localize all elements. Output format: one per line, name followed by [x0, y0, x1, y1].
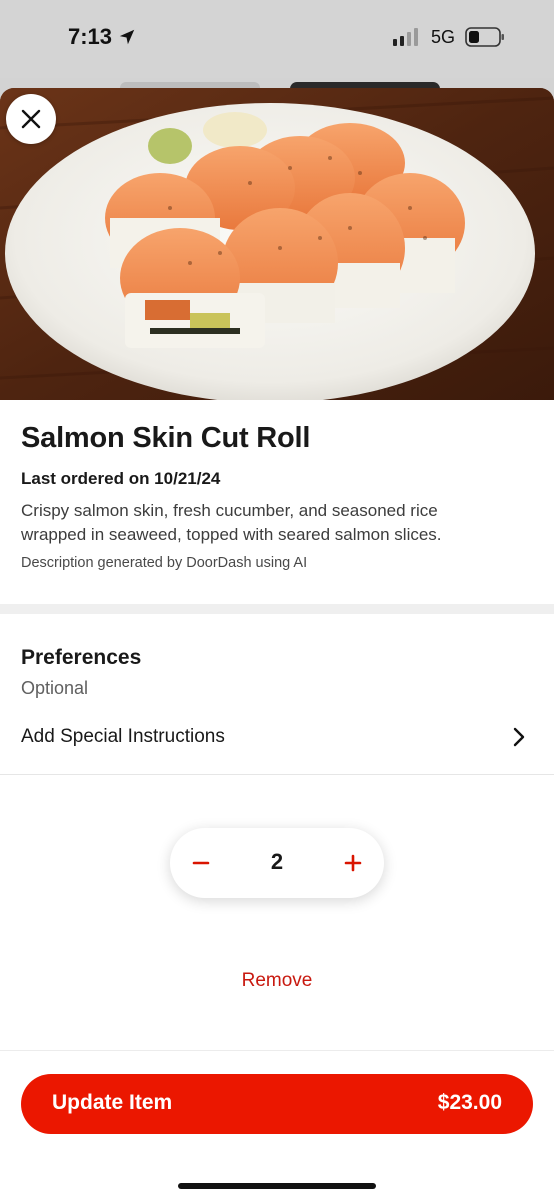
preferences-section: Preferences Optional — [21, 646, 533, 699]
preferences-subtitle: Optional — [21, 678, 89, 698]
update-item-price: $23.00 — [437, 1091, 502, 1114]
update-item-label: Update Item — [52, 1091, 173, 1114]
location-arrow-icon — [119, 29, 135, 45]
increase-quantity-button[interactable] — [342, 846, 364, 880]
quantity-stepper: 2 — [170, 828, 384, 898]
close-icon — [21, 109, 41, 129]
network-type: 5G — [431, 27, 456, 47]
footer-divider — [0, 1050, 554, 1051]
update-item-button[interactable]: Update Item $23.00 — [21, 1074, 533, 1134]
status-bar: 7:13 5G — [0, 0, 554, 78]
item-description: Crispy salmon skin, fresh cucumber, and … — [21, 501, 442, 544]
preferences-title: Preferences — [21, 646, 142, 669]
chevron-right-icon — [513, 727, 525, 747]
signal-bars-icon — [393, 28, 418, 46]
status-time-text: 7:13 — [68, 24, 113, 49]
special-instructions-row[interactable]: Add Special Instructions — [0, 716, 554, 774]
ai-description-note: Description generated by DoorDash using … — [21, 555, 308, 571]
last-ordered-text: Last ordered on 10/21/24 — [21, 469, 221, 488]
close-button[interactable] — [6, 94, 56, 144]
battery-icon — [465, 27, 504, 47]
item-info: Salmon Skin Cut Roll Last ordered on 10/… — [0, 400, 554, 571]
special-instructions-label: Add Special Instructions — [21, 726, 225, 747]
item-sheet: Salmon Skin Cut Roll Last ordered on 10/… — [0, 88, 554, 1200]
status-time: 7:13 — [68, 24, 136, 50]
section-divider — [0, 604, 554, 614]
item-title: Salmon Skin Cut Roll — [21, 422, 311, 454]
row-divider — [0, 774, 554, 775]
screen: 7:13 5G Salmon Skin Cut Roll Last ordere… — [0, 0, 554, 1200]
item-hero-image — [0, 88, 554, 400]
plus-icon — [344, 854, 362, 872]
home-indicator[interactable] — [178, 1183, 376, 1189]
remove-item-button[interactable]: Remove — [0, 970, 554, 992]
salmon-sushi-roll-photo — [0, 88, 554, 400]
